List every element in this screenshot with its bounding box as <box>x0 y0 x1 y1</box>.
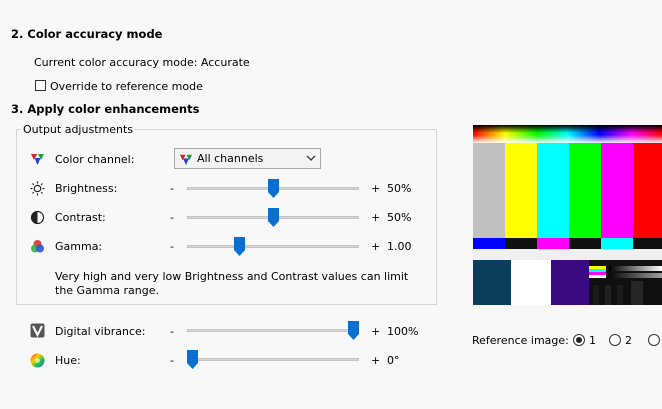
digital-vibrance-label: Digital vibrance: <box>55 325 146 338</box>
gamma-minus: - <box>170 240 174 253</box>
gamma-slider-thumb[interactable] <box>234 237 245 256</box>
brightness-minus: - <box>170 182 174 195</box>
all-channels-icon <box>179 154 193 166</box>
section-2-heading: 2. Color accuracy mode <box>11 27 163 41</box>
contrast-plus: + <box>371 211 381 224</box>
override-reference-mode-checkbox[interactable]: Override to reference mode <box>34 79 203 93</box>
hue-slider[interactable] <box>187 350 359 370</box>
radio-2-circle[interactable] <box>609 334 621 346</box>
color-channel-dropdown[interactable]: All channels <box>174 148 321 169</box>
radio-1-selected-dot <box>576 337 582 343</box>
gamma-label: Gamma: <box>55 240 103 253</box>
radio-2-label: 2 <box>625 334 632 347</box>
override-label: Override to reference mode <box>50 80 203 93</box>
reference-image-radio-1[interactable]: 1 <box>573 333 603 347</box>
contrast-value: 50% <box>387 211 412 224</box>
hue-value: 0° <box>387 354 400 367</box>
digital-vibrance-slider-track <box>187 329 359 332</box>
brightness-plus: + <box>371 182 381 195</box>
brightness-slider-thumb[interactable] <box>268 179 279 198</box>
hue-icon <box>30 353 45 368</box>
gamma-range-note: Very high and very low Brightness and Co… <box>55 270 409 297</box>
digital-vibrance-icon <box>30 323 45 338</box>
hue-plus: + <box>371 354 381 367</box>
reference-image-label: Reference image: <box>472 334 569 347</box>
digital-vibrance-slider[interactable] <box>187 321 359 341</box>
brightness-value: 50% <box>387 182 412 195</box>
gamma-plus: + <box>371 240 381 253</box>
brightness-label: Brightness: <box>55 182 118 195</box>
hue-slider-track <box>187 358 359 361</box>
checkbox-box[interactable] <box>35 80 46 91</box>
color-channel-selected: All channels <box>197 152 264 165</box>
digital-vibrance-value: 100% <box>387 325 419 338</box>
reference-image-radio-3[interactable] <box>648 333 662 347</box>
chevron-down-icon <box>306 155 316 161</box>
gamma-slider-track <box>187 245 359 248</box>
digital-vibrance-plus: + <box>371 325 381 338</box>
current-mode-text: Current color accuracy mode: Accurate <box>34 56 250 69</box>
reference-test-pattern-image <box>473 125 662 305</box>
output-adjustments-title: Output adjustments <box>21 123 135 136</box>
digital-vibrance-minus: - <box>170 325 174 338</box>
hue-minus: - <box>170 354 174 367</box>
contrast-slider-thumb[interactable] <box>268 208 279 227</box>
color-channel-label: Color channel: <box>55 153 135 166</box>
brightness-icon <box>30 181 45 196</box>
contrast-slider[interactable] <box>187 208 359 228</box>
color-bars-bottom <box>473 260 662 305</box>
radio-1-label: 1 <box>589 334 596 347</box>
brightness-slider[interactable] <box>187 179 359 199</box>
contrast-label: Contrast: <box>55 211 106 224</box>
hue-slider-thumb[interactable] <box>187 350 198 369</box>
reference-image-radio-2[interactable]: 2 <box>609 333 639 347</box>
section-3-heading: 3. Apply color enhancements <box>11 102 200 116</box>
hue-label: Hue: <box>55 354 81 367</box>
contrast-icon <box>30 210 45 225</box>
color-bars-top <box>473 143 662 238</box>
gamma-icon <box>31 240 44 253</box>
contrast-minus: - <box>170 211 174 224</box>
gamma-slider[interactable] <box>187 237 359 257</box>
radio-3-circle[interactable] <box>648 334 660 346</box>
color-channel-icon <box>31 154 44 165</box>
gamma-value: 1.00 <box>387 240 412 253</box>
radio-1-circle[interactable] <box>573 334 585 346</box>
digital-vibrance-slider-thumb[interactable] <box>348 321 359 340</box>
color-bars-mid <box>473 238 662 249</box>
